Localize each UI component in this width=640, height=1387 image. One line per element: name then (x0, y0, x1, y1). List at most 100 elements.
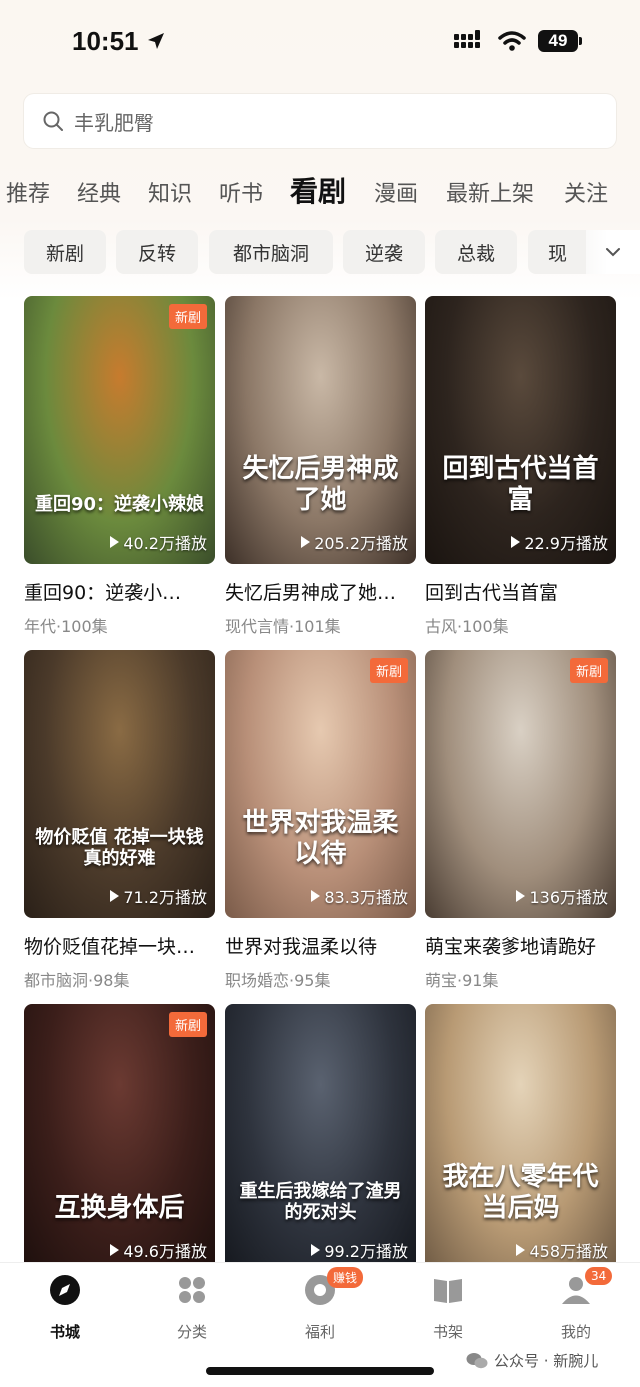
drama-card[interactable]: 我在八零年代当后妈 458万播放 (425, 1004, 616, 1272)
tab-knowledge[interactable]: 知识 (148, 176, 192, 208)
drama-cover[interactable]: 新剧 136万播放 (425, 650, 616, 918)
cover-image (225, 1004, 416, 1272)
search-placeholder: 丰乳肥臀 (74, 110, 154, 135)
chevron-down-icon (606, 248, 620, 257)
nav-label: 福利 (304, 1323, 335, 1341)
drama-card[interactable]: 物价贬值 花掉一块钱真的好难 71.2万播放物价贬值花掉一块… 都市脑洞·98集 (24, 650, 215, 991)
play-count: 99.2万播放 (311, 1238, 408, 1262)
nav-label: 书城 (49, 1323, 80, 1341)
drama-card[interactable]: 互换身体后 新剧 49.6万播放 (24, 1004, 215, 1272)
drama-card[interactable]: 失忆后男神成了她 205.2万播放 失忆后男神成了她… 现代言情·101集 (225, 296, 416, 637)
tab-audiobook[interactable]: 听书 (219, 176, 263, 208)
cover-image (425, 1004, 616, 1272)
wifi-icon (498, 31, 526, 51)
drama-cover[interactable]: 世界对我温柔以待 新剧 83.3万播放 (225, 650, 416, 918)
chip-urban-fantasy[interactable]: 都市脑洞 (209, 230, 333, 274)
new-badge: 新剧 (168, 304, 207, 329)
drama-cover[interactable]: 物价贬值 花掉一块钱真的好难 71.2万播放 (24, 650, 215, 918)
play-count: 136万播放 (516, 884, 608, 908)
battery-indicator: 49 (538, 30, 582, 52)
play-count-text: 49.6万播放 (123, 1242, 207, 1261)
play-count-text: 22.9万播放 (524, 534, 608, 553)
drama-cover[interactable]: 重回90：逆袭小辣娘 新剧 40.2万播放 (24, 296, 215, 564)
drama-title[interactable]: 萌宝来袭爹地请跪好 (425, 932, 616, 959)
tab-drama[interactable]: 看剧 (290, 170, 346, 210)
chip-new[interactable]: 新剧 (24, 230, 106, 274)
nav-profile[interactable]: 34 我的 (531, 1267, 621, 1342)
cover-title-art: 世界对我温柔以待 (242, 807, 399, 869)
cover-image (24, 650, 215, 918)
drama-cover[interactable]: 重生后我嫁给了渣男的死对头 99.2万播放 (225, 1004, 416, 1272)
play-icon (301, 536, 311, 548)
tab-new-releases[interactable]: 最新上架 (446, 176, 534, 208)
drama-cover[interactable]: 失忆后男神成了她 205.2万播放 (225, 296, 416, 564)
play-count-text: 71.2万播放 (123, 888, 207, 907)
drama-meta: 职场婚恋·95集 (225, 971, 331, 990)
drama-card[interactable]: 世界对我温柔以待 新剧 83.3万播放 世界对我温柔以待 职场婚恋·95集 (225, 650, 416, 991)
tab-follow[interactable]: 关注 (564, 176, 608, 208)
chip-comeback[interactable]: 逆袭 (343, 230, 425, 274)
drama-title[interactable]: 失忆后男神成了她… (225, 578, 416, 605)
cover-title-art: 互换身体后 (54, 1192, 185, 1223)
play-icon (311, 1244, 321, 1256)
cover-title-art: 重生后我嫁给了渣男的死对头 (239, 1180, 402, 1224)
drama-card[interactable]: 重生后我嫁给了渣男的死对头 99.2万播放 (225, 1004, 416, 1272)
status-bar: 10:51 49 (0, 0, 640, 90)
home-indicator[interactable] (206, 1367, 434, 1375)
status-time: 10:51 (72, 26, 139, 56)
chips-expand-button[interactable] (586, 230, 640, 274)
cover-image (225, 650, 416, 918)
drama-title[interactable]: 世界对我温柔以待 (225, 932, 416, 959)
play-count: 49.6万播放 (110, 1238, 207, 1262)
drama-meta: 都市脑洞·98集 (24, 971, 130, 990)
cover-image (425, 650, 616, 918)
nav-bookshelf[interactable]: 书架 (403, 1273, 493, 1342)
drama-title[interactable]: 回到古代当首富 (425, 578, 616, 605)
drama-title[interactable]: 重回90：逆袭小… (24, 578, 215, 605)
play-icon (311, 890, 321, 902)
nav-welfare[interactable]: 赚钱 福利 (275, 1267, 365, 1342)
drama-cover[interactable]: 我在八零年代当后妈 458万播放 (425, 1004, 616, 1272)
cover-title-art: 重回90：逆袭小辣娘 (34, 494, 205, 516)
play-count: 22.9万播放 (511, 530, 608, 554)
cover-title-art: 回到古代当首富 (442, 453, 599, 515)
category-tabs: 推荐 经典 知识 听书 看剧 漫画 最新上架 关注 (0, 166, 640, 216)
tab-recommend[interactable]: 推荐 (6, 176, 50, 208)
play-icon (110, 890, 120, 902)
wechat-icon (466, 1352, 488, 1368)
new-badge: 新剧 (369, 658, 408, 683)
nav-category[interactable]: 分类 (147, 1273, 237, 1342)
new-badge: 新剧 (168, 1012, 207, 1037)
grid-icon (179, 1277, 205, 1303)
play-icon (516, 890, 526, 902)
play-icon (110, 536, 120, 548)
play-count-text: 99.2万播放 (324, 1242, 408, 1261)
cellular-signal-icon (454, 30, 480, 48)
cover-title-art: 我在八零年代当后妈 (442, 1161, 599, 1223)
drama-title[interactable]: 物价贬值花掉一块… (24, 932, 215, 959)
drama-card[interactable]: 新剧 136万播放 萌宝来袭爹地请跪好 萌宝·91集 (425, 650, 616, 991)
search-bar[interactable]: 丰乳肥臀 (24, 94, 616, 148)
play-icon (516, 1244, 526, 1256)
play-count: 71.2万播放 (110, 884, 207, 908)
drama-card[interactable]: 重回90：逆袭小辣娘 新剧 40.2万播放 重回90：逆袭小… 年代·100集 (24, 296, 215, 637)
drama-cover[interactable]: 互换身体后 新剧 49.6万播放 (24, 1004, 215, 1272)
play-icon (110, 1244, 120, 1256)
tab-comics[interactable]: 漫画 (374, 176, 418, 208)
cover-image (24, 296, 215, 564)
compass-icon (50, 1275, 80, 1305)
play-count: 205.2万播放 (301, 530, 408, 554)
nav-bookstore[interactable]: 书城 (20, 1273, 110, 1342)
battery-level: 49 (538, 30, 578, 52)
tab-classic[interactable]: 经典 (77, 176, 121, 208)
nav-badge-count: 34 (585, 1267, 613, 1285)
play-count-text: 136万播放 (529, 888, 608, 907)
drama-cover[interactable]: 回到古代当首富 22.9万播放 (425, 296, 616, 564)
location-arrow-icon (148, 33, 164, 49)
nav-label: 我的 (560, 1323, 591, 1341)
drama-card[interactable]: 回到古代当首富 22.9万播放 回到古代当首富 古风·100集 (425, 296, 616, 637)
chip-ceo[interactable]: 总裁 (435, 230, 517, 274)
chip-twist[interactable]: 反转 (116, 230, 198, 274)
play-count: 458万播放 (516, 1238, 608, 1262)
cover-title-art: 失忆后男神成了她 (242, 453, 399, 515)
